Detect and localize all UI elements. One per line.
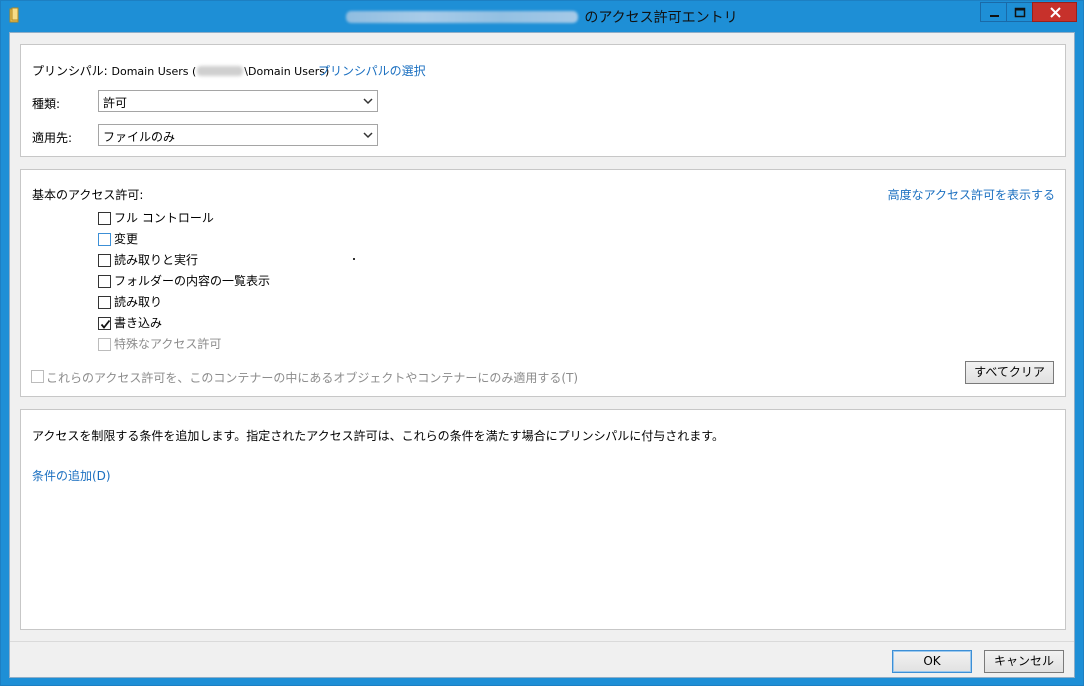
conditions-panel: アクセスを制限する条件を追加します。指定されたアクセス許可は、これらの条件を満た… (20, 409, 1066, 630)
read-label: 読み取り (114, 295, 163, 309)
footer-divider (10, 641, 1074, 642)
read-execute-label: 読み取りと実行 (114, 253, 199, 267)
title-bar[interactable]: のアクセス許可エントリ (1, 1, 1083, 33)
select-principal-link[interactable]: プリンシパルの選択 (318, 62, 426, 79)
add-condition-link[interactable]: 条件の追加(D) (32, 467, 111, 484)
full-control-label: フル コントロール (114, 211, 214, 225)
type-label: 種類: (32, 97, 61, 111)
special-permissions-checkbox (98, 338, 111, 351)
applies-to-label: 適用先: (32, 131, 73, 145)
close-button[interactable] (1032, 2, 1077, 22)
minimize-button[interactable] (980, 2, 1007, 22)
modify-checkbox[interactable] (98, 233, 111, 246)
type-dropdown-value: 許可 (103, 96, 128, 110)
dialog-client-area: プリンシパル: Domain Users ( \Domain Users) プリン… (9, 32, 1075, 678)
modify-label: 変更 (114, 232, 139, 246)
chevron-down-icon (363, 98, 373, 105)
maximize-icon (1014, 7, 1026, 18)
close-icon (1050, 7, 1061, 18)
basic-permissions-panel: 基本のアクセス許可: 高度なアクセス許可を表示する フル コントロール 変更 読… (20, 169, 1066, 397)
principal-value-prefix: Domain Users ( (111, 65, 197, 78)
redacted-domain (197, 66, 244, 76)
window-title: のアクセス許可エントリ (1, 7, 1083, 27)
maximize-button[interactable] (1006, 2, 1033, 22)
principal-value-suffix: \Domain Users) (244, 65, 330, 78)
ok-button[interactable]: OK (892, 650, 972, 673)
full-control-checkbox[interactable] (98, 212, 111, 225)
dialog-window: のアクセス許可エントリ プリンシパル: Domain Users ( \Domai… (0, 0, 1084, 686)
redacted-server-name (346, 11, 579, 23)
list-folder-contents-label: フォルダーの内容の一覧表示 (114, 274, 271, 288)
apply-only-label: これらのアクセス許可を、このコンテナーの中にあるオブジェクトやコンテナーにのみ適… (46, 371, 579, 385)
write-label: 書き込み (114, 316, 163, 330)
read-execute-checkbox[interactable] (98, 254, 111, 267)
basic-permissions-heading: 基本のアクセス許可: (32, 188, 144, 202)
conditions-description: アクセスを制限する条件を追加します。指定されたアクセス許可は、これらの条件を満た… (32, 429, 725, 443)
stray-dot (353, 258, 355, 260)
write-checkbox[interactable] (98, 317, 111, 330)
show-advanced-permissions-link[interactable]: 高度なアクセス許可を表示する (888, 186, 1055, 203)
principal-label: プリンシパル: (32, 64, 108, 78)
principal-panel: プリンシパル: Domain Users ( \Domain Users) プリン… (20, 44, 1066, 157)
type-dropdown[interactable]: 許可 (98, 90, 378, 112)
chevron-down-icon (363, 132, 373, 139)
window-title-text: のアクセス許可エントリ (584, 10, 738, 26)
applies-to-dropdown-value: ファイルのみ (103, 130, 176, 144)
apply-only-checkbox (31, 370, 44, 383)
principal-row: プリンシパル: Domain Users ( \Domain Users) (32, 62, 329, 79)
minimize-icon (990, 15, 999, 17)
clear-all-button[interactable]: すべてクリア (965, 361, 1054, 384)
special-permissions-label: 特殊なアクセス許可 (114, 337, 222, 351)
checkmark-icon (100, 319, 111, 329)
cancel-button[interactable]: キャンセル (984, 650, 1064, 673)
read-checkbox[interactable] (98, 296, 111, 309)
applies-to-dropdown[interactable]: ファイルのみ (98, 124, 378, 146)
list-folder-contents-checkbox[interactable] (98, 275, 111, 288)
